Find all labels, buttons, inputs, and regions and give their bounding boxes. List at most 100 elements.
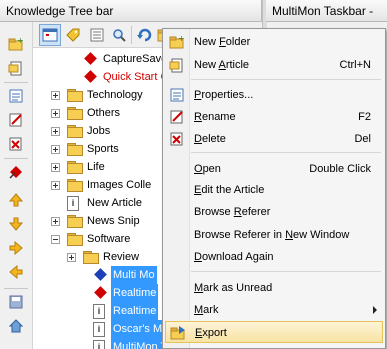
- tree-item-label: Realtime: [111, 284, 159, 302]
- menu-item-properties[interactable]: Properties...: [165, 84, 383, 106]
- export-icon: [170, 325, 186, 341]
- svg-text:+: +: [178, 34, 185, 43]
- folder-icon: [67, 215, 83, 228]
- tree-item-label: News Snip: [87, 215, 140, 227]
- article-icon: i: [67, 196, 79, 211]
- menu-item-label: Mark as Unread: [194, 282, 273, 294]
- menu-item-label: Download Again: [194, 251, 274, 263]
- tree-item-label: Life: [87, 161, 105, 173]
- tree-item-label: Others: [87, 107, 121, 119]
- tree-item-label: New Article: [87, 197, 143, 209]
- menu-item-label: Edit the Article: [194, 184, 265, 196]
- tree-item-label: Oscar's M: [111, 320, 165, 338]
- new-article-icon: [169, 57, 185, 73]
- menu-item-new-folder[interactable]: + New Folder: [165, 31, 383, 53]
- expand-icon[interactable]: [51, 217, 60, 226]
- tree-item-label: Realtime: [111, 302, 159, 320]
- expand-icon[interactable]: [51, 127, 60, 136]
- menu-item-label: New Article: [194, 59, 250, 71]
- right-arrow-icon[interactable]: [8, 240, 24, 256]
- knowledge-tree-title: Knowledge Tree bar: [0, 0, 262, 22]
- toolbar-separator: [4, 82, 28, 83]
- menu-item-download-again[interactable]: Download Again: [165, 246, 383, 268]
- tag-icon[interactable]: [65, 27, 81, 43]
- search-icon[interactable]: [111, 27, 127, 43]
- home-icon[interactable]: [8, 318, 24, 334]
- multimon-tab-title[interactable]: MultiMon Taskbar - Ma: [266, 0, 387, 40]
- folder-icon: [67, 125, 83, 138]
- new-article-icon[interactable]: [8, 60, 24, 76]
- red-bookmark-icon: [84, 70, 97, 83]
- article-icon: i: [93, 340, 105, 349]
- menu-item-open[interactable]: Open Double Click: [165, 158, 383, 180]
- folder-icon: [83, 251, 99, 264]
- menu-item-rename[interactable]: Rename F2: [165, 106, 383, 128]
- tree-item-label: Sports: [87, 143, 119, 155]
- expand-icon[interactable]: [51, 91, 60, 100]
- menu-item-shortcut: F2: [358, 111, 371, 123]
- delete-icon[interactable]: [8, 136, 24, 152]
- left-arrow-icon[interactable]: [8, 264, 24, 280]
- menu-item-browse-referer-in-new-window[interactable]: Browse Referer in New Window: [165, 224, 383, 246]
- rename-icon[interactable]: [8, 112, 24, 128]
- disk-icon[interactable]: [8, 294, 24, 310]
- toolbar-separator: [4, 288, 28, 289]
- submenu-arrow-icon: [373, 306, 377, 314]
- refresh-icon[interactable]: [137, 27, 153, 43]
- menu-item-label: Export: [195, 327, 227, 339]
- expand-icon[interactable]: [51, 145, 60, 154]
- menu-item-shortcut: Double Click: [309, 163, 371, 175]
- collapse-icon[interactable]: [51, 235, 60, 244]
- tree-item-label: Review: [103, 251, 140, 263]
- expand-icon[interactable]: [67, 253, 76, 262]
- menu-separator: [191, 271, 381, 272]
- rename-icon: [169, 109, 185, 125]
- menu-item-label: Mark: [194, 304, 219, 316]
- toolbar-separator: [131, 26, 132, 44]
- article-icon: i: [93, 322, 105, 337]
- expand-icon[interactable]: [51, 181, 60, 190]
- delete-icon: [169, 131, 185, 147]
- menu-item-edit-the-article[interactable]: Edit the Article: [165, 179, 383, 201]
- menu-item-label: Browse Referer: [194, 206, 271, 218]
- folder-icon: [67, 233, 83, 246]
- context-menu: + New Folder New Article Ctrl+N Properties..…: [162, 28, 386, 349]
- calendar-icon: [42, 28, 58, 42]
- new-folder-icon: +: [169, 34, 185, 50]
- menu-item-label: Open: [194, 163, 221, 175]
- tree-item-label: Technology: [87, 89, 143, 101]
- menu-item-new-article[interactable]: New Article Ctrl+N: [165, 54, 383, 76]
- pin-icon[interactable]: [8, 164, 24, 180]
- menu-item-label: Rename: [194, 111, 236, 123]
- expand-icon[interactable]: [51, 163, 60, 172]
- folder-icon: [67, 143, 83, 156]
- menu-item-mark[interactable]: Mark: [165, 299, 383, 321]
- red-bookmark-icon: [84, 52, 97, 65]
- tree-item-label: Software: [87, 233, 131, 245]
- new-folder-icon[interactable]: +: [8, 36, 24, 52]
- red-bookmark-icon: [94, 286, 107, 299]
- menu-item-label: Delete: [194, 133, 226, 145]
- expand-icon[interactable]: [51, 109, 60, 118]
- down-arrow-icon[interactable]: [8, 216, 24, 232]
- list-icon[interactable]: [89, 27, 105, 43]
- menu-item-shortcut: Del: [354, 133, 371, 145]
- svg-text:+: +: [17, 36, 24, 45]
- folder-icon: [67, 107, 83, 120]
- folder-icon: [67, 179, 83, 192]
- toolbar-separator: [4, 158, 28, 159]
- menu-item-delete[interactable]: Delete Del: [165, 128, 383, 150]
- menu-separator: [191, 79, 381, 80]
- menu-item-label: Browse Referer in New Window: [194, 229, 350, 241]
- up-arrow-icon[interactable]: [8, 192, 24, 208]
- tree-item-label: Images Colle: [87, 179, 152, 191]
- tree-item-label: Jobs: [87, 125, 111, 137]
- vertical-toolbar: +: [0, 22, 33, 349]
- article-icon: i: [93, 304, 105, 319]
- menu-item-browse-referer[interactable]: Browse Referer: [165, 201, 383, 223]
- properties-icon[interactable]: [8, 88, 24, 104]
- menu-item-mark-as-unread[interactable]: Mark as Unread: [165, 277, 383, 299]
- menu-item-export[interactable]: Export: [165, 321, 383, 343]
- tree-item-label: Multi Mo: [111, 266, 157, 284]
- calendar-button[interactable]: [39, 24, 61, 46]
